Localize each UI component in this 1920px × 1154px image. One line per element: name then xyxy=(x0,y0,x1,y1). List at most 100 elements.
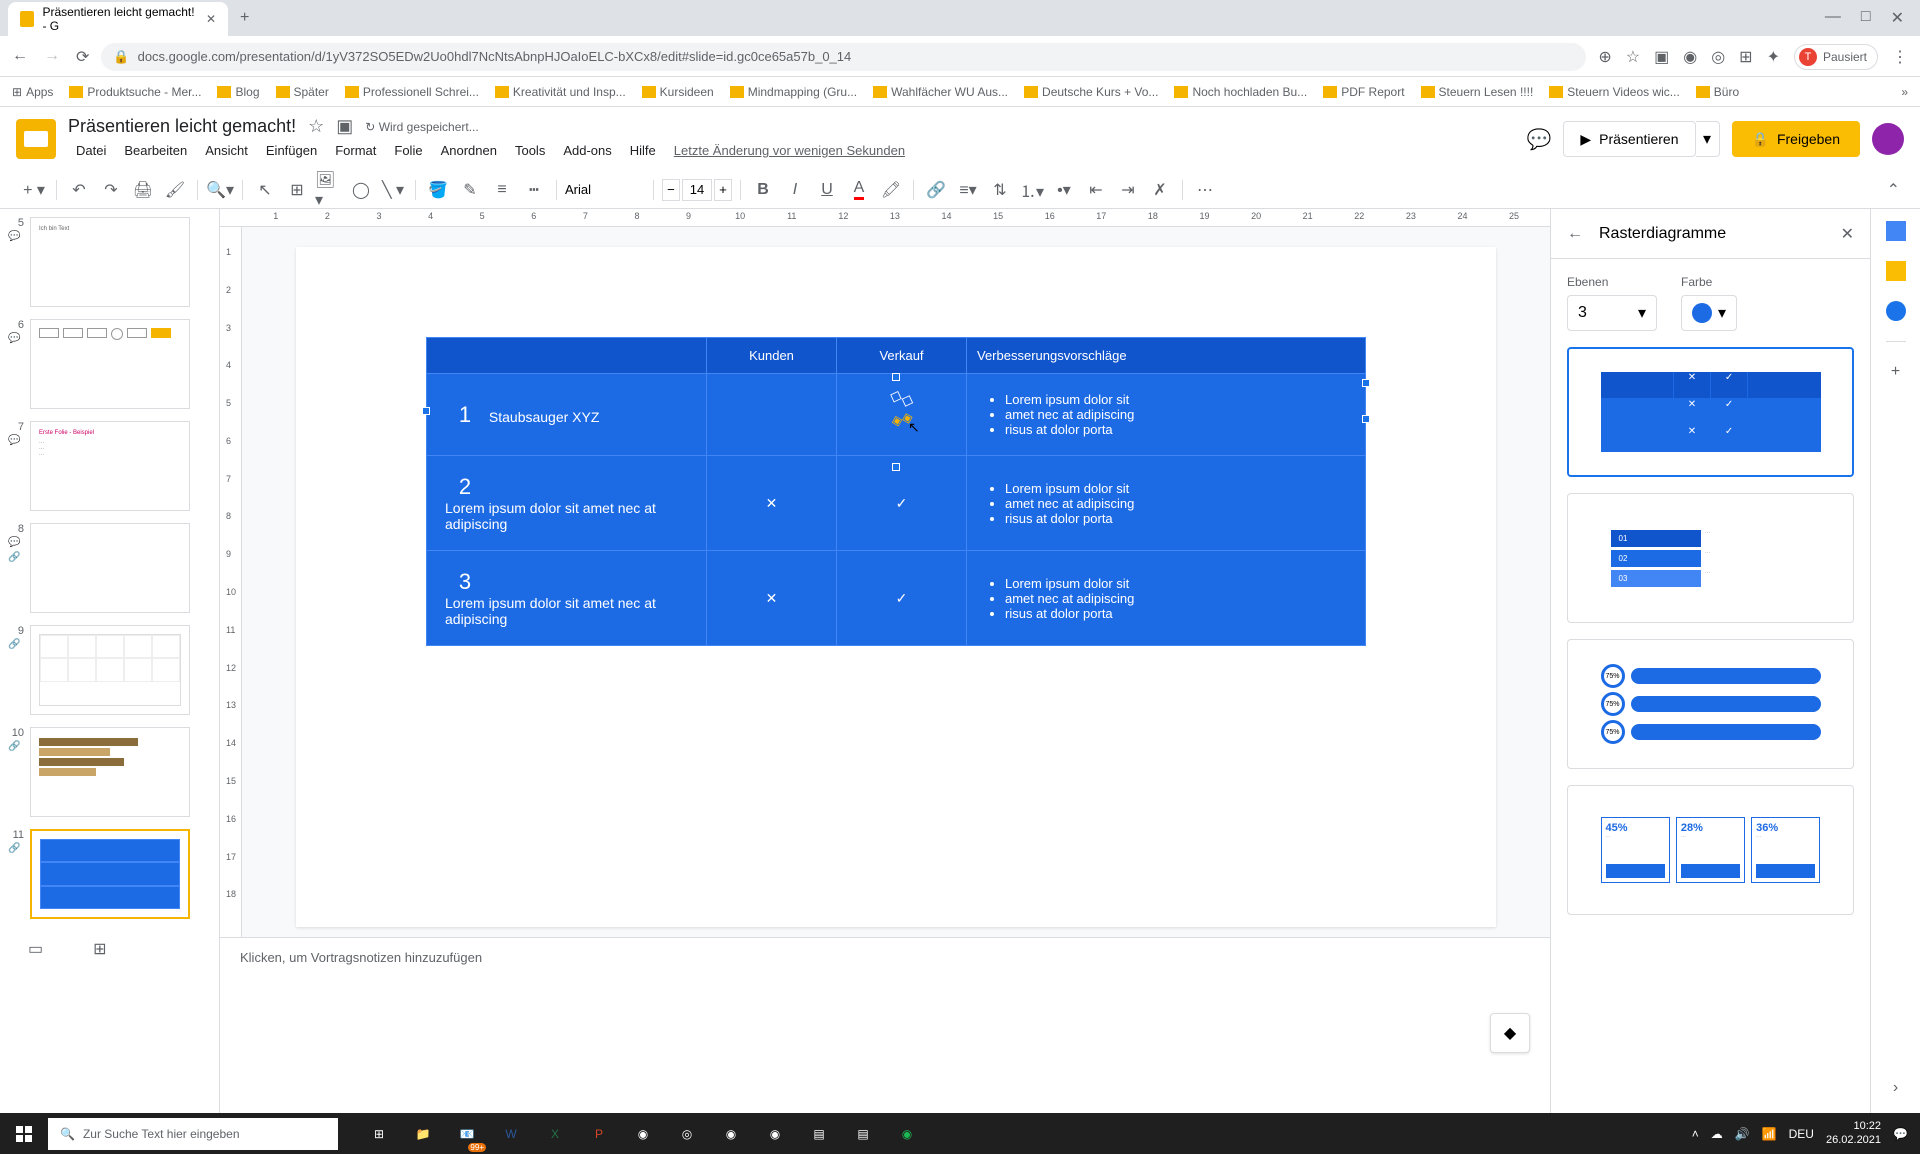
tray-chevron-icon[interactable]: ˄ xyxy=(1692,1127,1699,1141)
obs-icon[interactable]: ◎ xyxy=(666,1114,708,1154)
back-icon[interactable]: ← xyxy=(12,47,28,67)
slide-thumb-11[interactable]: 11🔗 xyxy=(8,829,211,919)
profile-button[interactable]: T Pausiert xyxy=(1794,44,1878,70)
bookmark-item[interactable]: Wahlfächer WU Aus... xyxy=(873,85,1008,99)
star-icon[interactable]: ☆ xyxy=(1626,47,1640,67)
extension-icon[interactable]: ◉ xyxy=(1683,47,1697,67)
bookmark-item[interactable]: Noch hochladen Bu... xyxy=(1174,85,1307,99)
taskbar-search[interactable]: 🔍 Zur Suche Text hier eingeben xyxy=(48,1118,338,1150)
zoom-icon[interactable]: ⊕ xyxy=(1598,47,1611,67)
levels-select[interactable]: 3▾ xyxy=(1567,295,1657,331)
new-slide-button[interactable]: + ▾ xyxy=(20,176,48,204)
app-icon[interactable]: ◉ xyxy=(622,1114,664,1154)
present-button[interactable]: ▶ Präsentieren xyxy=(1563,121,1695,157)
fill-color-icon[interactable]: 🪣 xyxy=(424,176,452,204)
volume-icon[interactable]: 🔊 xyxy=(1735,1127,1750,1141)
start-button[interactable] xyxy=(0,1113,48,1154)
slide-thumb-5[interactable]: 5💬 Ich bin Text xyxy=(8,217,211,307)
share-button[interactable]: 🔒 Freigeben xyxy=(1732,121,1860,157)
document-title[interactable]: Präsentieren leicht gemacht! xyxy=(68,116,296,137)
menu-slide[interactable]: Folie xyxy=(386,139,430,162)
underline-icon[interactable]: U xyxy=(813,176,841,204)
extension-icon[interactable]: ⊞ xyxy=(1739,47,1752,67)
diagram-option[interactable]: 01···02···03··· xyxy=(1567,493,1854,623)
selection-handle[interactable] xyxy=(892,463,900,471)
border-weight-icon[interactable]: ≡ xyxy=(488,176,516,204)
last-edit-link[interactable]: Letzte Änderung vor wenigen Sekunden xyxy=(666,139,913,162)
border-color-icon[interactable]: ✎ xyxy=(456,176,484,204)
comments-icon[interactable]: 💬 xyxy=(1526,127,1551,152)
forward-icon[interactable]: → xyxy=(44,47,60,67)
bookmark-item[interactable]: Kursideen xyxy=(642,85,714,99)
powerpoint-icon[interactable]: P xyxy=(578,1114,620,1154)
table-header[interactable]: Verkauf xyxy=(837,338,967,374)
keep-icon[interactable] xyxy=(1886,261,1906,281)
chrome-icon[interactable]: ◉ xyxy=(710,1114,752,1154)
line-icon[interactable]: ╲ ▾ xyxy=(379,176,407,204)
reload-icon[interactable]: ⟳ xyxy=(76,47,89,67)
close-panel-icon[interactable]: ✕ xyxy=(1841,224,1854,244)
slide-thumb-9[interactable]: 9🔗 xyxy=(8,625,211,715)
bullet-list-icon[interactable]: •▾ xyxy=(1050,176,1078,204)
extensions-icon[interactable]: ✦ xyxy=(1767,47,1780,67)
extension-icon[interactable]: ◎ xyxy=(1711,47,1725,67)
maximize-icon[interactable]: □ xyxy=(1861,8,1871,28)
app-icon[interactable]: ▤ xyxy=(798,1114,840,1154)
excel-icon[interactable]: X xyxy=(534,1114,576,1154)
more-icon[interactable]: ⋯ xyxy=(1191,176,1219,204)
task-view-icon[interactable]: ⊞ xyxy=(358,1114,400,1154)
menu-file[interactable]: Datei xyxy=(68,139,114,162)
onedrive-icon[interactable]: ☁ xyxy=(1711,1127,1723,1141)
indent-increase-icon[interactable]: ⇥ xyxy=(1114,176,1142,204)
bookmark-item[interactable]: Steuern Lesen !!!! xyxy=(1421,85,1534,99)
calendar-icon[interactable] xyxy=(1886,221,1906,241)
border-dash-icon[interactable]: ┅ xyxy=(520,176,548,204)
bookmark-item[interactable]: Später xyxy=(276,85,329,99)
bookmark-item[interactable]: Deutsche Kurs + Vo... xyxy=(1024,85,1158,99)
textbox-icon[interactable]: ⊞ xyxy=(283,176,311,204)
minimize-icon[interactable]: — xyxy=(1825,8,1841,28)
selection-handle[interactable] xyxy=(1362,379,1370,387)
font-size-input[interactable] xyxy=(682,179,712,201)
slide-canvas[interactable]: Kunden Verkauf Verbesserungsvorschläge 1… xyxy=(242,227,1550,937)
bookmark-item[interactable]: PDF Report xyxy=(1323,85,1404,99)
color-select[interactable]: ▾ xyxy=(1681,295,1737,331)
menu-icon[interactable]: ⋮ xyxy=(1892,47,1908,67)
menu-edit[interactable]: Bearbeiten xyxy=(116,139,195,162)
table-header[interactable]: Kunden xyxy=(707,338,837,374)
selection-handle[interactable] xyxy=(892,373,900,381)
speaker-notes[interactable]: Klicken, um Vortragsnotizen hinzuzufügen xyxy=(220,937,1550,997)
select-icon[interactable]: ↖ xyxy=(251,176,279,204)
bookmark-item[interactable]: Blog xyxy=(217,85,259,99)
shape-icon[interactable]: ◯ xyxy=(347,176,375,204)
menu-tools[interactable]: Tools xyxy=(507,139,553,162)
undo-icon[interactable]: ↶ xyxy=(65,176,93,204)
notifications-icon[interactable]: 💬 xyxy=(1893,1127,1908,1141)
font-size-decrease[interactable]: − xyxy=(662,179,680,201)
align-icon[interactable]: ≡▾ xyxy=(954,176,982,204)
slide-thumb-6[interactable]: 6💬 xyxy=(8,319,211,409)
back-icon[interactable]: ← xyxy=(1567,225,1583,243)
slide-thumb-8[interactable]: 8💬🔗 xyxy=(8,523,211,613)
table-header[interactable] xyxy=(427,338,707,374)
bookmark-item[interactable]: Büro xyxy=(1696,85,1739,99)
selection-handle[interactable] xyxy=(1362,415,1370,423)
print-icon[interactable]: 🖨 xyxy=(129,176,157,204)
bold-icon[interactable]: B xyxy=(749,176,777,204)
paint-format-icon[interactable]: 🖌 xyxy=(161,176,189,204)
mail-icon[interactable]: 📧99+ xyxy=(446,1114,488,1154)
table-row[interactable]: 1 Staubsauger XYZ ◇◇ ◈◈ ↖ Lorem ipsum do… xyxy=(427,374,1366,456)
slide-thumb-10[interactable]: 10🔗 xyxy=(8,727,211,817)
tasks-icon[interactable] xyxy=(1886,301,1906,321)
bookmark-item[interactable]: Mindmapping (Gru... xyxy=(730,85,857,99)
diagram-option[interactable]: ✕✓✕✓✕✓ xyxy=(1567,347,1854,477)
clear-format-icon[interactable]: ✗ xyxy=(1146,176,1174,204)
collapse-rail-icon[interactable]: › xyxy=(1893,1079,1898,1097)
bookmark-item[interactable]: Produktsuche - Mer... xyxy=(69,85,201,99)
menu-arrange[interactable]: Anordnen xyxy=(433,139,505,162)
slide-table[interactable]: Kunden Verkauf Verbesserungsvorschläge 1… xyxy=(426,337,1366,646)
collapse-toolbar-icon[interactable]: ⌃ xyxy=(1887,180,1900,200)
bookmark-item[interactable]: Kreativität und Insp... xyxy=(495,85,626,99)
bookmark-item[interactable]: Professionell Schrei... xyxy=(345,85,479,99)
menu-help[interactable]: Hilfe xyxy=(622,139,664,162)
